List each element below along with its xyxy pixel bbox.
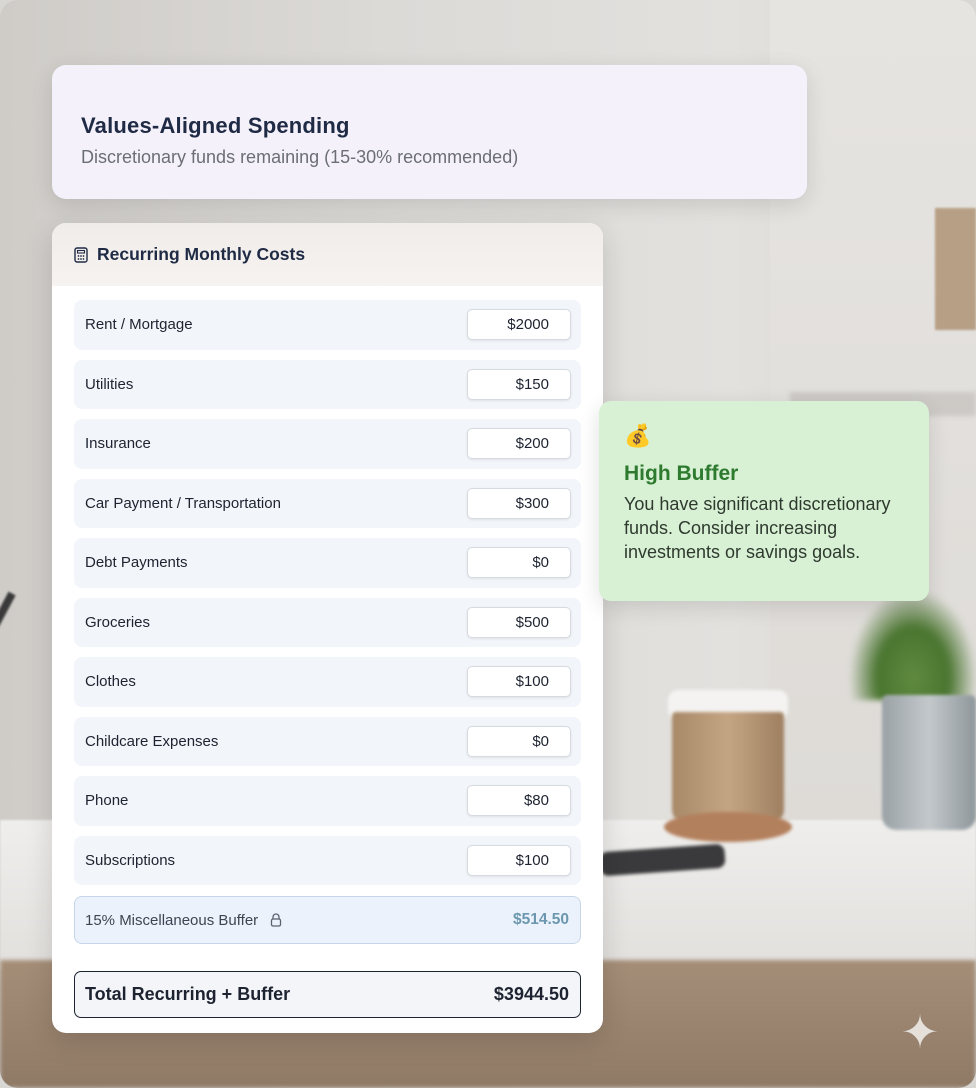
rent-amount-input[interactable]: [467, 309, 571, 341]
lock-icon: [270, 913, 282, 927]
cost-label: Subscriptions: [85, 851, 176, 869]
cost-row-insurance: Insurance: [74, 419, 581, 469]
cost-label: Rent / Mortgage: [85, 316, 193, 334]
cost-row-subscriptions: Subscriptions: [74, 835, 581, 885]
cost-row-groceries: Groceries: [74, 597, 581, 647]
cost-list: Rent / Mortgage Utilities Insurance Car …: [74, 300, 581, 895]
cost-label: Phone: [85, 792, 129, 810]
debt-amount-input[interactable]: [467, 547, 571, 579]
panel-header: Recurring Monthly Costs: [52, 223, 603, 286]
page-subtitle: Discretionary funds remaining (15-30% re…: [81, 147, 519, 167]
cost-label: Clothes: [85, 673, 136, 691]
sparkle-icon: ✦: [900, 1006, 940, 1058]
utilities-amount-input[interactable]: [467, 368, 571, 400]
clothes-amount-input[interactable]: [467, 666, 571, 698]
total-value: $3944.50: [493, 984, 569, 1004]
panel-title: Recurring Monthly Costs: [97, 244, 306, 264]
header-card: Values-Aligned Spending Discretionary fu…: [52, 65, 807, 199]
cost-label: Debt Payments: [85, 554, 188, 572]
cost-label: Childcare Expenses: [85, 732, 219, 750]
cost-row-debt: Debt Payments: [74, 538, 581, 588]
cost-label: Utilities: [85, 375, 134, 393]
subscriptions-amount-input[interactable]: [467, 844, 571, 876]
groceries-amount-input[interactable]: [467, 606, 571, 638]
transportation-amount-input[interactable]: [467, 487, 571, 519]
childcare-amount-input[interactable]: [467, 725, 571, 757]
money-bag-icon: 💰: [624, 423, 652, 448]
cost-row-transportation: Car Payment / Transportation: [74, 478, 581, 528]
buffer-label: 15% Miscellaneous Buffer: [85, 911, 259, 929]
recurring-costs-panel: Recurring Monthly Costs Rent / Mortgage …: [52, 223, 603, 1033]
calculator-icon: [74, 246, 88, 263]
cost-row-utilities: Utilities: [74, 359, 581, 409]
cost-label: Groceries: [85, 613, 151, 631]
status-message: You have significant discretionary funds…: [624, 494, 891, 562]
page-title: Values-Aligned Spending: [81, 113, 350, 138]
cost-row-childcare: Childcare Expenses: [74, 716, 581, 766]
cost-label: Insurance: [85, 435, 151, 453]
cost-row-clothes: Clothes: [74, 657, 581, 707]
cost-row-phone: Phone: [74, 776, 581, 826]
insurance-amount-input[interactable]: [467, 428, 571, 460]
status-title: High Buffer: [624, 462, 739, 485]
phone-amount-input[interactable]: [467, 785, 571, 817]
buffer-value: $514.50: [512, 911, 569, 928]
status-card: 💰 High Buffer You have significant discr…: [599, 401, 929, 601]
buffer-row: 15% Miscellaneous Buffer $514.50: [74, 896, 581, 944]
cost-label: Car Payment / Transportation: [85, 494, 281, 512]
total-row: Total Recurring + Buffer $3944.50: [74, 971, 581, 1018]
total-label: Total Recurring + Buffer: [85, 984, 291, 1004]
cost-row-rent: Rent / Mortgage: [74, 300, 581, 350]
